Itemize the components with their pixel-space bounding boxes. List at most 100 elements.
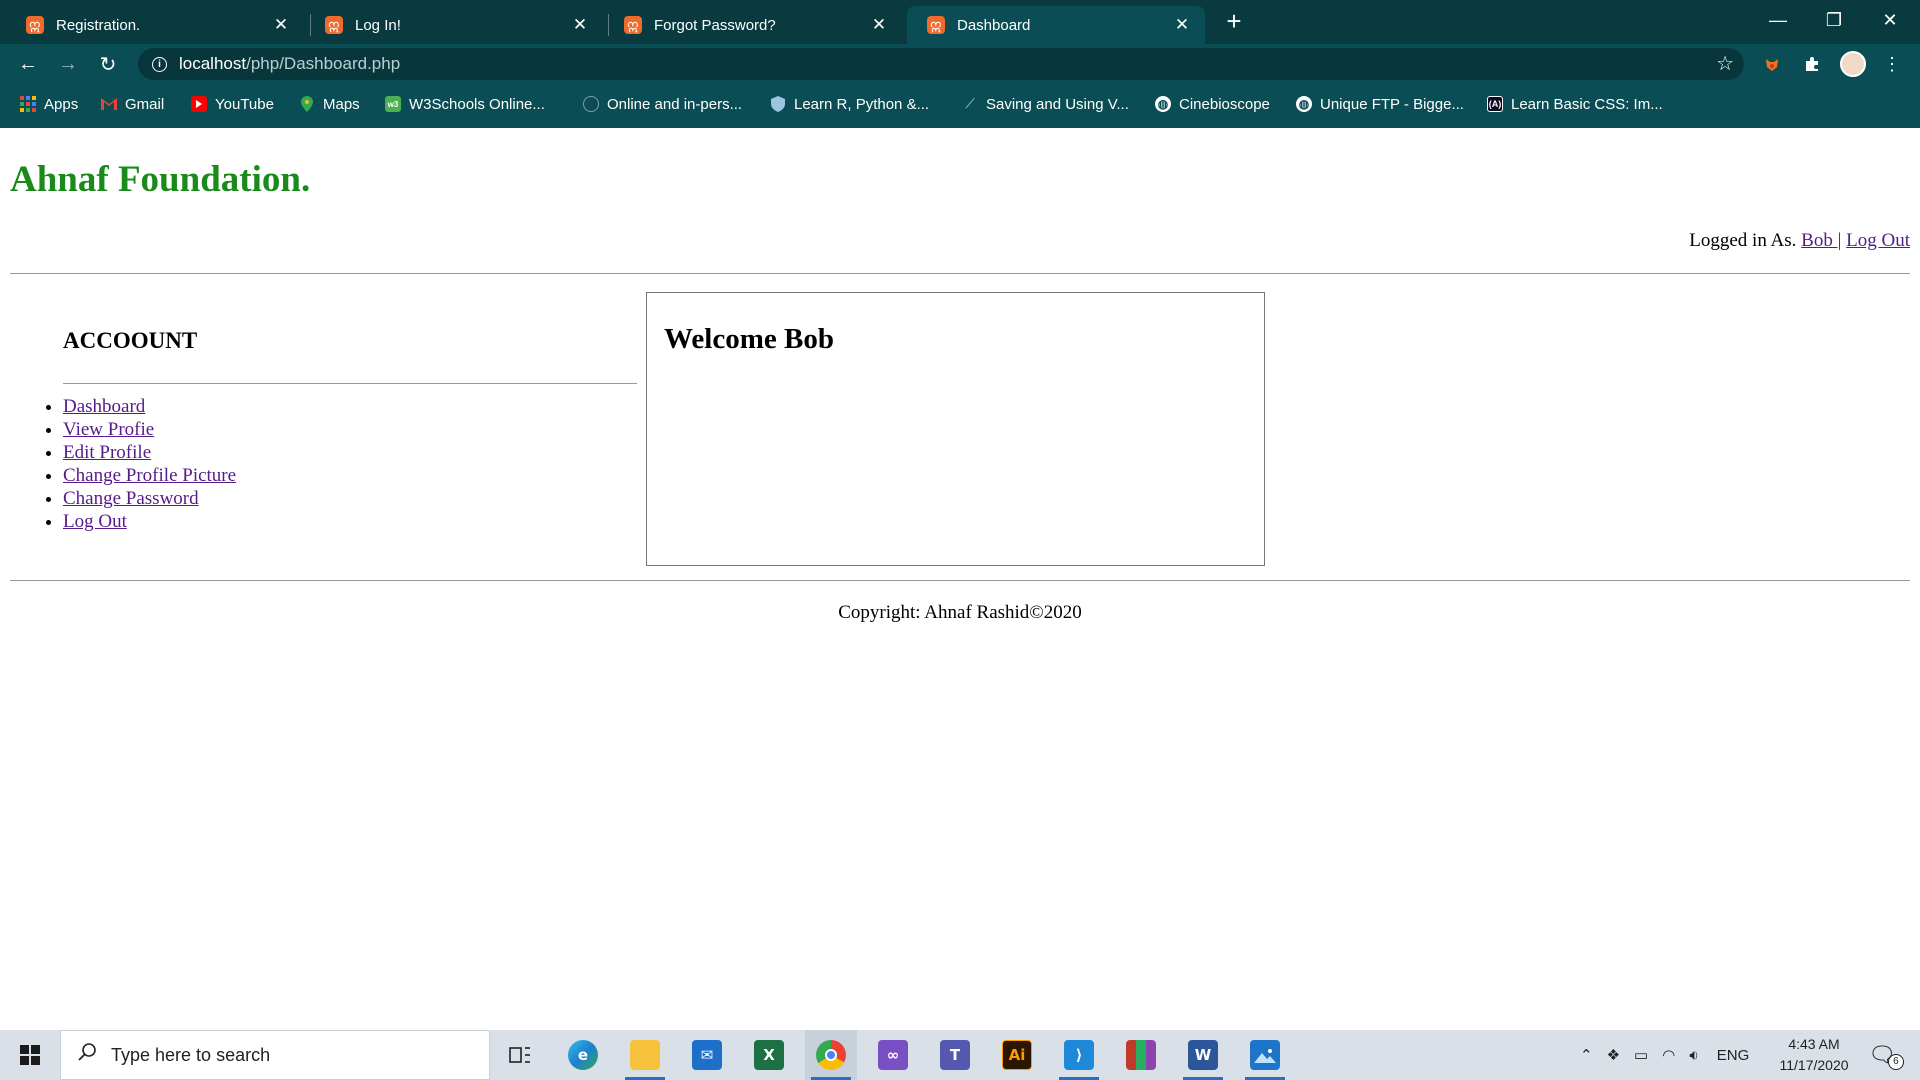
- bookmark-label: Apps: [44, 95, 79, 113]
- footer-copyright: Copyright: Ahnaf Rashid©2020: [838, 602, 1082, 623]
- username-link[interactable]: Bob: [1801, 230, 1837, 251]
- start-button[interactable]: [0, 1030, 60, 1080]
- close-icon[interactable]: ✕: [272, 15, 290, 35]
- bookmark-unique-ftp[interactable]: ◍ Unique FTP - Bigge...: [1296, 86, 1464, 122]
- winrar-icon: [1126, 1040, 1156, 1070]
- close-icon[interactable]: ✕: [571, 15, 589, 35]
- change-profile-picture-link[interactable]: Change Profile Picture: [63, 465, 236, 486]
- bookmark-saving-and-using[interactable]: ⟋ Saving and Using V...: [962, 86, 1129, 122]
- globe-icon: ◍: [1155, 96, 1171, 112]
- taskbar-clock[interactable]: 4:43 AM 11/17/2020: [1770, 1034, 1858, 1076]
- wifi-icon[interactable]: ◠: [1662, 1046, 1675, 1064]
- tab-dashboard[interactable]: ဣ Dashboard ✕: [907, 6, 1205, 44]
- profile-avatar[interactable]: [1840, 51, 1866, 77]
- file-explorer-taskbar-button[interactable]: [619, 1030, 671, 1080]
- close-icon[interactable]: ✕: [1173, 15, 1191, 35]
- xampp-icon: ဣ: [624, 16, 642, 34]
- clock-time: 4:43 AM: [1788, 1036, 1840, 1052]
- teams-taskbar-button[interactable]: T: [929, 1030, 981, 1080]
- youtube-icon: [191, 96, 207, 112]
- bookmark-gmail[interactable]: Gmail: [101, 86, 164, 122]
- bookmark-label: Unique FTP - Bigge...: [1320, 95, 1464, 113]
- language-indicator[interactable]: ENG: [1717, 1047, 1750, 1064]
- search-placeholder: Type here to search: [111, 1044, 271, 1065]
- bookmark-maps[interactable]: Maps: [299, 86, 360, 122]
- notification-icon: 🗨︎ 6: [1868, 1042, 1904, 1070]
- search-icon: [77, 1042, 97, 1068]
- separator: |: [1837, 230, 1842, 251]
- bookmark-w3schools[interactable]: w3 W3Schools Online...: [385, 86, 545, 122]
- close-icon[interactable]: ✕: [870, 15, 888, 35]
- welcome-panel: Welcome Bob: [646, 292, 1265, 566]
- back-button[interactable]: ←: [14, 50, 42, 78]
- page-content: Ahnaf Foundation. Logged in As. Bob | Lo…: [0, 128, 1920, 1030]
- windows-taskbar: Type here to search e ✉ X ∞ T Ai ⟩ W ⌃ ❖…: [0, 1030, 1920, 1080]
- vscode-taskbar-button[interactable]: ⟩: [1053, 1030, 1105, 1080]
- dashboard-link[interactable]: Dashboard: [63, 396, 145, 417]
- tab-login[interactable]: ဣ Log In! ✕: [305, 6, 603, 44]
- gmail-icon: [101, 96, 117, 112]
- word-taskbar-button[interactable]: W: [1177, 1030, 1229, 1080]
- taskbar-search-box[interactable]: Type here to search: [60, 1030, 490, 1080]
- edit-profile-link[interactable]: Edit Profile: [63, 442, 151, 463]
- system-tray: ⌃ ❖ ▭ ◠ 🔉︎ ENG: [1580, 1030, 1749, 1080]
- reload-button[interactable]: ↻: [94, 50, 122, 78]
- mail-icon: ✉: [692, 1040, 722, 1070]
- mail-taskbar-button[interactable]: ✉: [681, 1030, 733, 1080]
- bookmark-online-in-person[interactable]: Online and in-pers...: [583, 86, 742, 122]
- extension-fox-icon[interactable]: [1760, 52, 1784, 76]
- restore-button[interactable]: ❐: [1806, 0, 1862, 40]
- chrome-taskbar-button[interactable]: [805, 1030, 857, 1080]
- w3schools-icon: w3: [385, 96, 401, 112]
- change-password-link[interactable]: Change Password: [63, 488, 199, 509]
- site-icon: [583, 96, 599, 112]
- volume-icon[interactable]: 🔉︎: [1689, 1047, 1698, 1064]
- new-tab-button[interactable]: +: [1222, 6, 1246, 38]
- sidebar-title: ACCOOUNT: [63, 328, 198, 353]
- bookmark-label: Maps: [323, 95, 360, 113]
- xampp-icon: ဣ: [927, 16, 945, 34]
- sidebar-logout-link[interactable]: Log Out: [63, 511, 127, 532]
- chevron-up-icon[interactable]: ⌃: [1580, 1046, 1593, 1064]
- sidebar-menu: Dashboard View Profie Edit Profile Chang…: [63, 395, 236, 533]
- close-window-button[interactable]: ✕: [1862, 0, 1918, 40]
- bookmark-cinebioscope[interactable]: ◍ Cinebioscope: [1155, 86, 1270, 122]
- minimize-button[interactable]: —: [1750, 0, 1806, 40]
- tab-strip: ဣ Registration. ✕ ဣ Log In! ✕ ဣ Forgot P…: [0, 0, 1920, 44]
- task-view-button[interactable]: [494, 1030, 546, 1080]
- menu-kebab-icon[interactable]: ⋮: [1880, 52, 1904, 76]
- extensions-puzzle-icon[interactable]: [1800, 52, 1824, 76]
- view-profile-link[interactable]: View Profie: [63, 419, 154, 440]
- visual-studio-taskbar-button[interactable]: ∞: [867, 1030, 919, 1080]
- welcome-heading: Welcome Bob: [664, 323, 834, 355]
- tab-forgot-password[interactable]: ဣ Forgot Password? ✕: [604, 6, 902, 44]
- dropbox-icon[interactable]: ❖: [1607, 1046, 1620, 1064]
- battery-icon[interactable]: ▭: [1634, 1046, 1648, 1064]
- info-icon[interactable]: i: [152, 56, 167, 72]
- bookmark-learn-basic-css[interactable]: (A) Learn Basic CSS: Im...: [1487, 86, 1663, 122]
- bookmark-label: Saving and Using V...: [986, 95, 1129, 113]
- excel-icon: X: [754, 1040, 784, 1070]
- address-bar[interactable]: i localhost/php/Dashboard.php ☆: [138, 48, 1744, 80]
- bookmark-apps[interactable]: Apps: [20, 86, 78, 122]
- photos-taskbar-button[interactable]: [1239, 1030, 1291, 1080]
- bookmark-label: Learn R, Python &...: [794, 95, 930, 113]
- tab-registration[interactable]: ဣ Registration. ✕: [6, 6, 304, 44]
- notification-center-button[interactable]: 🗨︎ 6: [1868, 1030, 1904, 1080]
- freecodecamp-icon: (A): [1487, 96, 1503, 112]
- bookmark-youtube[interactable]: YouTube: [191, 86, 274, 122]
- vscode-icon: ⟩: [1064, 1040, 1094, 1070]
- illustrator-icon: Ai: [1002, 1040, 1032, 1070]
- bookmark-label: YouTube: [215, 95, 274, 113]
- edge-taskbar-button[interactable]: e: [557, 1030, 609, 1080]
- browser-toolbar: ← → ↻ i localhost/php/Dashboard.php ☆ ⋮: [0, 44, 1920, 84]
- illustrator-taskbar-button[interactable]: Ai: [991, 1030, 1043, 1080]
- bookmark-learn-r-python[interactable]: Learn R, Python &...: [770, 86, 929, 122]
- header-logout-link[interactable]: Log Out: [1846, 230, 1910, 251]
- winrar-taskbar-button[interactable]: [1115, 1030, 1167, 1080]
- globe-icon: ◍: [1296, 96, 1312, 112]
- bookmark-star-icon[interactable]: ☆: [1716, 51, 1734, 76]
- forward-button[interactable]: →: [54, 50, 82, 78]
- excel-taskbar-button[interactable]: X: [743, 1030, 795, 1080]
- word-icon: W: [1188, 1040, 1218, 1070]
